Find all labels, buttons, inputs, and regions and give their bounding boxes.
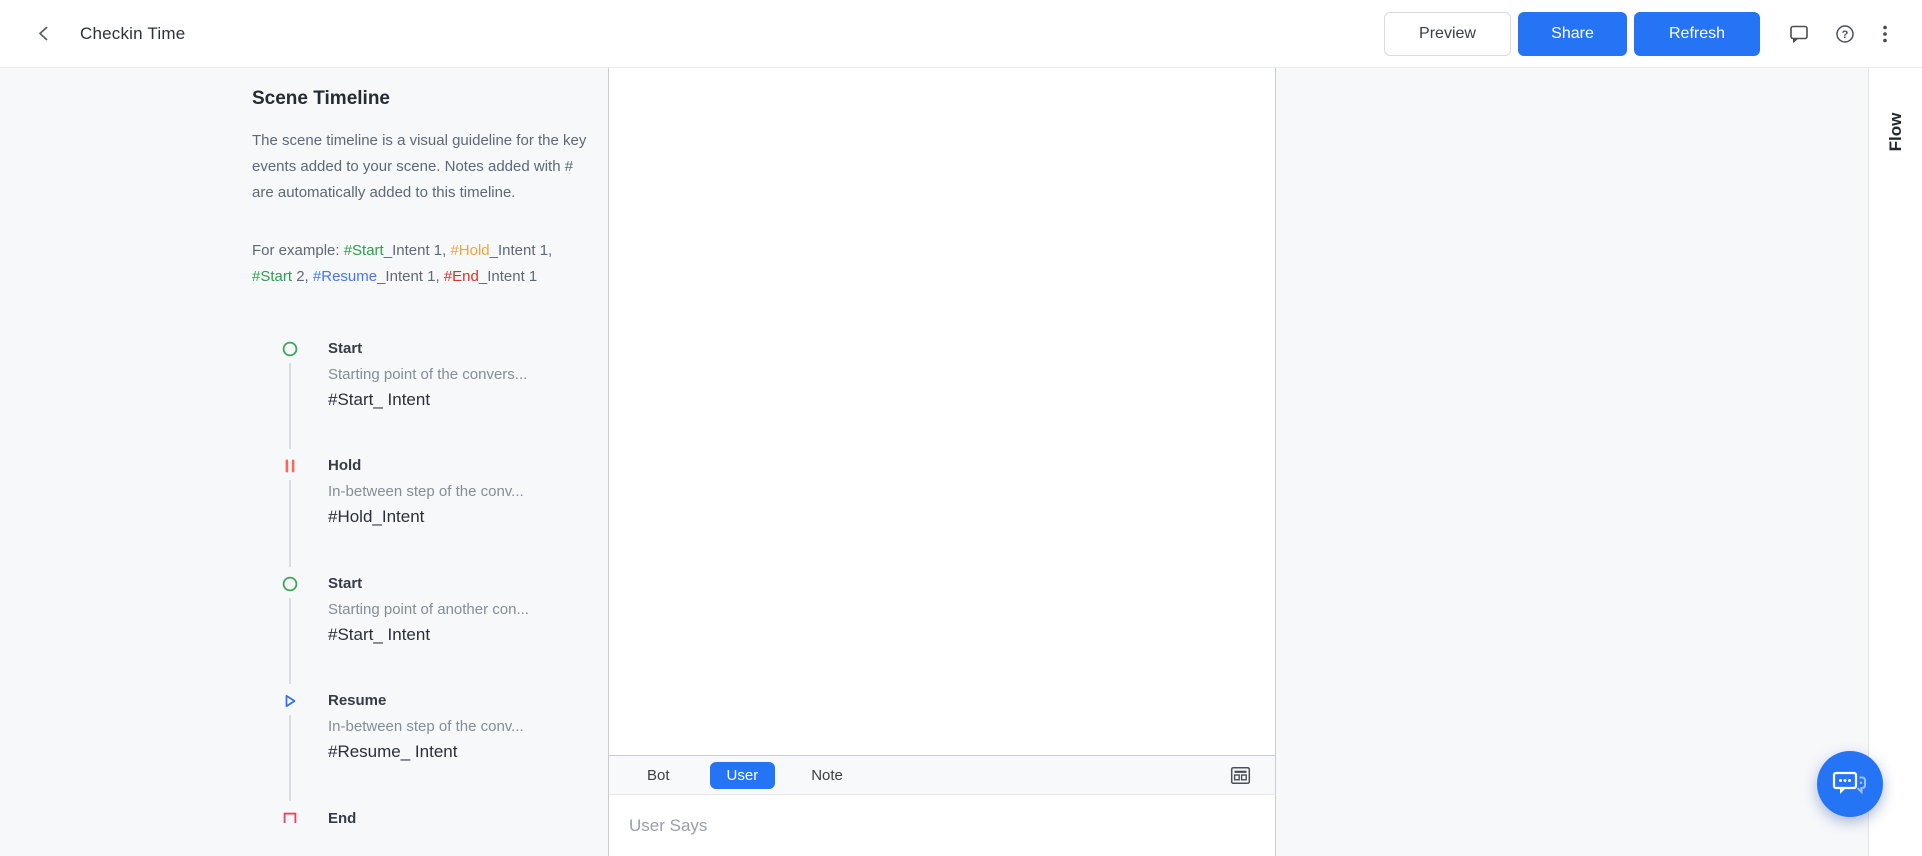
flow-tab[interactable]: Flow [1886, 113, 1906, 152]
timeline-item-title: Start [328, 340, 363, 357]
start-circle-icon [282, 341, 298, 357]
conversation-panel: Bot User Note [608, 68, 1276, 856]
timeline-item-hold: Hold In-between step of the conv... #Hol… [282, 456, 608, 530]
timeline-item-resume: Resume In-between step of the conv... #R… [282, 691, 608, 765]
kebab-menu-icon [1883, 25, 1887, 42]
timeline-item-start-2: Start Starting point of another con... #… [282, 574, 608, 648]
resume-play-icon [285, 694, 296, 708]
timeline-item-intent: #Resume_ Intent [328, 742, 458, 761]
timeline-item-description: Starting point of another con... [328, 601, 529, 618]
help-icon: ? [1836, 24, 1854, 43]
timeline-item-title: Start [328, 575, 363, 592]
timeline-item-intent: #Start_ Intent [328, 625, 431, 644]
composer-input-area [609, 794, 1275, 856]
comment-button[interactable] [1782, 17, 1816, 51]
svg-text:?: ? [1842, 29, 1849, 41]
main-area: Scene Timeline The scene timeline is a v… [0, 68, 1922, 856]
timeline-item-description: Starting point of the convers... [328, 366, 528, 383]
flow-canvas-area[interactable] [1276, 68, 1868, 856]
tab-bot[interactable]: Bot [647, 767, 670, 784]
preview-button[interactable]: Preview [1384, 11, 1511, 56]
layout-toggle-button[interactable] [1230, 766, 1251, 785]
start-circle-icon [282, 576, 298, 592]
refresh-button[interactable]: Refresh [1634, 11, 1760, 56]
tab-user[interactable]: User [709, 761, 776, 789]
flow-side-panel: Flow [1868, 68, 1922, 856]
timeline-item-text: End [328, 809, 608, 823]
chevron-left-icon [39, 26, 48, 41]
back-button[interactable] [30, 20, 58, 48]
timeline-item-text: Start Starting point of the convers... #… [328, 339, 608, 413]
timeline-item-text: Hold In-between step of the conv... #Hol… [328, 456, 608, 530]
hold-pause-icon [285, 459, 295, 473]
page-title: Checkin Time [80, 23, 186, 43]
chat-bubbles-icon [1832, 771, 1866, 794]
timeline-item-title: Resume [328, 692, 387, 709]
end-square-icon [283, 812, 297, 823]
timeline-item-start-1: Start Starting point of the convers... #… [282, 339, 608, 413]
share-button[interactable]: Share [1518, 11, 1627, 56]
more-menu-button[interactable] [1868, 17, 1902, 51]
tab-note[interactable]: Note [811, 767, 843, 784]
table-layout-icon [1230, 766, 1251, 784]
timeline-item-text: Resume In-between step of the conv... #R… [328, 691, 608, 765]
timeline-item-description: In-between step of the conv... [328, 483, 524, 500]
composer-tabbar: Bot User Note [609, 755, 1275, 794]
conversation-canvas[interactable] [609, 68, 1275, 755]
chat-fab-button[interactable] [1817, 751, 1883, 817]
help-button[interactable]: ? [1828, 17, 1862, 51]
user-says-input[interactable] [629, 815, 1229, 836]
timeline-item-title: Hold [328, 457, 362, 474]
timeline-item-description: In-between step of the conv... [328, 718, 524, 735]
timeline-item-text: Start Starting point of another con... #… [328, 574, 608, 648]
timeline-item-title: End [328, 810, 357, 823]
header: Checkin Time Preview Share Refresh ? [0, 0, 1922, 68]
timeline-item-intent: #Start_ Intent [328, 390, 431, 409]
comment-icon [1790, 25, 1808, 43]
timeline-item-end: End [282, 809, 608, 823]
timeline-list: Start Starting point of the convers... #… [0, 68, 608, 823]
scene-timeline-panel: Scene Timeline The scene timeline is a v… [0, 68, 608, 856]
timeline-item-intent: #Hold_Intent [328, 507, 425, 526]
